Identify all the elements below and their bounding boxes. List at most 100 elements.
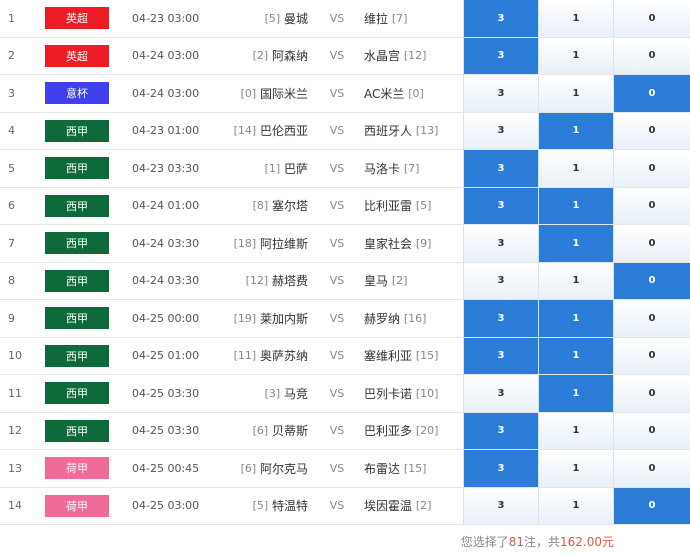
odds-lose-button[interactable]: 0 — [613, 75, 690, 112]
odds-lose-button[interactable]: 0 — [613, 337, 690, 374]
league-cell: 英超 — [45, 38, 109, 75]
home-rank: [6] — [240, 461, 257, 475]
away-team: AC米兰 [0] — [364, 75, 462, 112]
away-rank: [7] — [391, 11, 408, 25]
home-name: 奥萨苏纳 — [259, 349, 308, 364]
odds-win-button[interactable]: 3 — [463, 412, 538, 449]
away-rank: [16] — [403, 311, 427, 325]
odds-win-button[interactable]: 3 — [463, 450, 538, 487]
odds-draw-button[interactable]: 1 — [538, 337, 613, 374]
odds-win-button[interactable]: 3 — [463, 37, 538, 74]
vs-label: VS — [329, 49, 345, 63]
odds-win-button[interactable]: 3 — [463, 300, 538, 337]
odds-lose-button[interactable]: 0 — [613, 487, 690, 524]
league-badge: 西甲 — [45, 382, 109, 405]
away-name: 比利亚雷 — [364, 199, 413, 214]
match-selection-table: 1 英超 04-23 03:00 [5] 曼城 VS 维拉 [7] 3 1 0 2 英超 04-24 … — [0, 0, 690, 558]
odds-draw-button[interactable]: 1 — [538, 75, 613, 112]
odds-win-button[interactable]: 3 — [463, 337, 538, 374]
away-rank: [0] — [408, 86, 424, 100]
away-rank: [7] — [403, 161, 420, 175]
odds-draw-button[interactable]: 1 — [538, 375, 613, 412]
home-team: [11] 奥萨苏纳 — [200, 338, 308, 375]
summary-amount: 162.00元 — [560, 535, 614, 549]
odds-win-button[interactable]: 3 — [463, 75, 538, 112]
odds-draw-button[interactable]: 1 — [538, 37, 613, 74]
table-row: 11 西甲 04-25 03:30 [3] 马竞 VS 巴列卡诺 [10] 3 1 0 — [0, 375, 690, 413]
league-cell: 西甲 — [45, 413, 109, 450]
odds-draw-button[interactable]: 1 — [538, 300, 613, 337]
odds-draw-button[interactable]: 1 — [538, 150, 613, 187]
away-name: 巴利亚多 — [364, 424, 413, 439]
odds-lose-button[interactable]: 0 — [613, 375, 690, 412]
odds-win-button[interactable]: 3 — [463, 225, 538, 262]
row-index: 1 — [8, 11, 15, 25]
league-badge: 荷甲 — [45, 494, 109, 517]
row-index: 10 — [8, 349, 22, 363]
odds-lose-button[interactable]: 0 — [613, 187, 690, 224]
league-cell: 西甲 — [45, 338, 109, 375]
odds-lose-button[interactable]: 0 — [613, 37, 690, 74]
odds-lose-button[interactable]: 0 — [613, 0, 690, 37]
odds-win-button[interactable]: 3 — [463, 0, 538, 37]
home-rank: [3] — [264, 386, 281, 400]
odds-win-button[interactable]: 3 — [463, 487, 538, 524]
away-team: 塞维利亚 [15] — [364, 338, 462, 375]
home-team: [2] 阿森纳 — [200, 38, 308, 75]
away-team: 马洛卡 [7] — [364, 150, 462, 187]
table-row: 13 荷甲 04-25 00:45 [6] 阿尔克马 VS 布雷达 [15] 3 1 0 — [0, 450, 690, 488]
away-name: 赫罗纳 — [364, 311, 401, 326]
odds-draw-button[interactable]: 1 — [538, 225, 613, 262]
odds-draw-button[interactable]: 1 — [538, 412, 613, 449]
odds-lose-button[interactable]: 0 — [613, 225, 690, 262]
odds-win-button[interactable]: 3 — [463, 187, 538, 224]
league-cell: 荷甲 — [45, 488, 109, 525]
odds-lose-button[interactable]: 0 — [613, 300, 690, 337]
odds-lose-button[interactable]: 0 — [613, 450, 690, 487]
league-cell: 西甲 — [45, 375, 109, 412]
home-name: 马竞 — [283, 386, 308, 401]
vs-label: VS — [329, 424, 345, 438]
vs-label: VS — [329, 386, 345, 400]
row-index: 5 — [8, 161, 15, 175]
league-cell: 西甲 — [45, 113, 109, 150]
odds-win-button[interactable]: 3 — [463, 375, 538, 412]
league-cell: 西甲 — [45, 225, 109, 262]
home-rank: [5] — [264, 11, 281, 25]
home-team: [5] 曼城 — [200, 0, 308, 37]
home-team: [8] 塞尔塔 — [200, 188, 308, 225]
home-rank: [6] — [252, 424, 269, 438]
home-name: 阿拉维斯 — [259, 236, 308, 251]
odds-draw-button[interactable]: 1 — [538, 262, 613, 299]
away-team: 维拉 [7] — [364, 0, 462, 37]
odds-lose-button[interactable]: 0 — [613, 262, 690, 299]
odds-win-button[interactable]: 3 — [463, 150, 538, 187]
away-team: 布雷达 [15] — [364, 450, 462, 487]
away-rank: [15] — [415, 349, 439, 363]
odds-draw-button[interactable]: 1 — [538, 112, 613, 149]
odds-win-button[interactable]: 3 — [463, 262, 538, 299]
vs-label: VS — [329, 161, 345, 175]
odds-lose-button[interactable]: 0 — [613, 150, 690, 187]
odds-lose-button[interactable]: 0 — [613, 412, 690, 449]
odds-draw-button[interactable]: 1 — [538, 187, 613, 224]
home-team: [6] 阿尔克马 — [200, 450, 308, 487]
odds-lose-button[interactable]: 0 — [613, 112, 690, 149]
odds-win-button[interactable]: 3 — [463, 112, 538, 149]
vs-label: VS — [329, 124, 345, 138]
home-rank: [0] — [240, 86, 257, 100]
odds-draw-button[interactable]: 1 — [538, 487, 613, 524]
row-index: 2 — [8, 49, 15, 63]
vs-label: VS — [329, 11, 345, 25]
summary-count: 81 — [508, 534, 524, 549]
summary-mid: 注，共 — [523, 535, 560, 549]
league-cell: 意杯 — [45, 75, 109, 112]
table-row: 14 荷甲 04-25 03:00 [5] 特温特 VS 埃因霍温 [2] 3 1 0 — [0, 487, 690, 525]
league-cell: 西甲 — [45, 188, 109, 225]
away-rank: [2] — [391, 274, 408, 288]
table-row: 7 西甲 04-24 03:30 [18] 阿拉维斯 VS 皇家社会 [9] 3 1 0 — [0, 225, 690, 263]
odds-draw-button[interactable]: 1 — [538, 0, 613, 37]
odds-draw-button[interactable]: 1 — [538, 450, 613, 487]
row-index: 13 — [8, 461, 22, 475]
home-name: 曼城 — [283, 11, 308, 26]
